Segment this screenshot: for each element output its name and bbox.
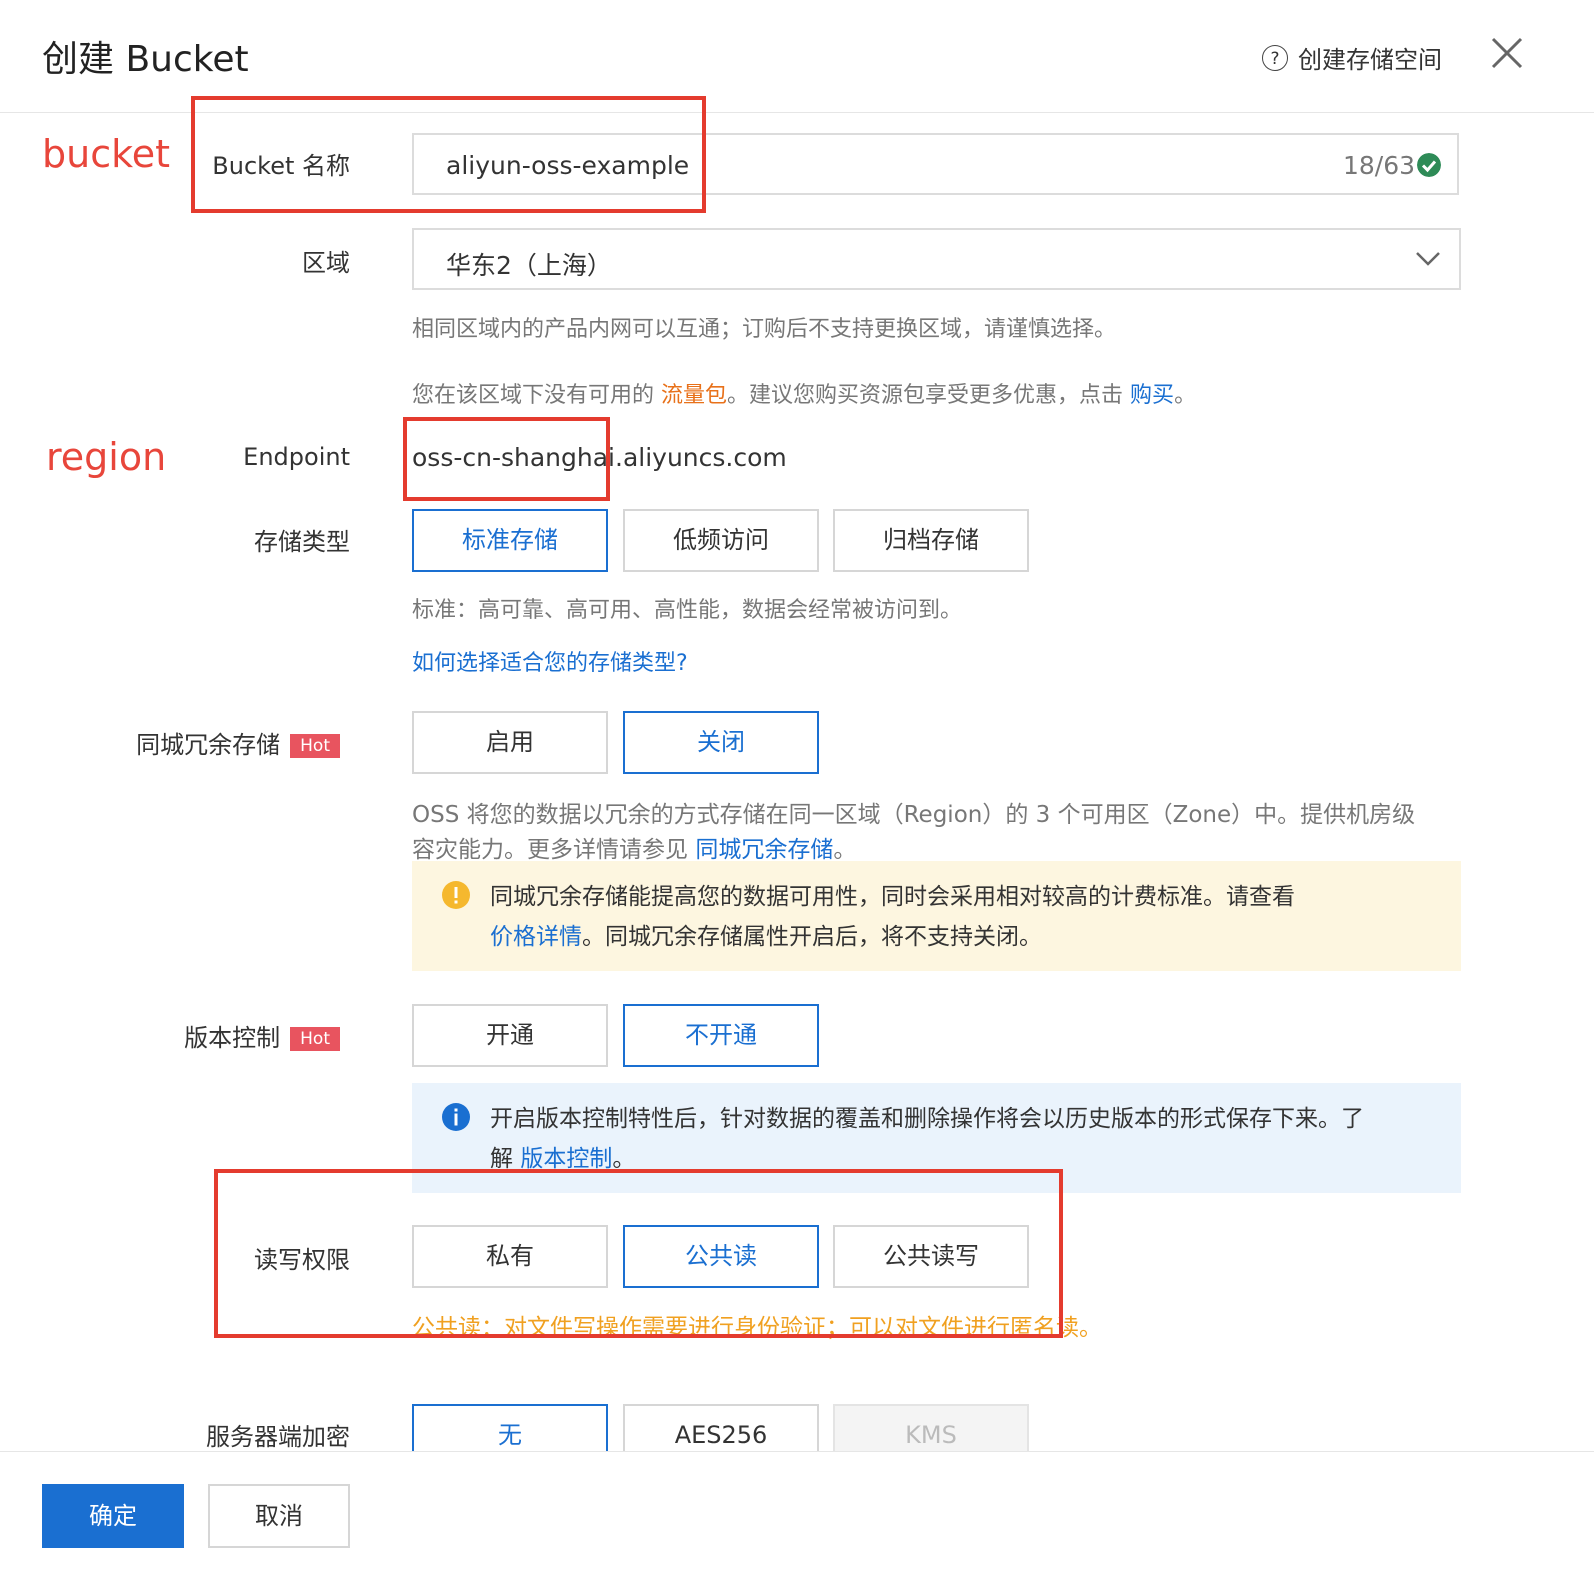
zrs-warning-line2-text: 。同城冗余存储属性开启后，将不支持关闭。 [582, 924, 1042, 950]
acl-public-read-button[interactable]: 公共读 [623, 1225, 819, 1288]
versioning-info-line1: 开启版本控制特性后，针对数据的覆盖和删除操作将会以历史版本的形式保存下来。了 [490, 1106, 1364, 1132]
promo-middle: 。建议您购买资源包享受更多优惠，点击 [727, 383, 1124, 408]
hot-badge: Hot [290, 734, 340, 758]
annotation-bucket: bucket [42, 132, 171, 176]
traffic-package-link[interactable]: 流量包 [661, 383, 727, 408]
encryption-label: 服务器端加密 [206, 1423, 350, 1451]
region-select[interactable]: 华东2（上海） [412, 228, 1461, 290]
buy-link[interactable]: 购买 [1130, 383, 1174, 408]
zrs-hint-prefix: 容灾能力。更多详情请参见 [412, 837, 688, 863]
storage-class-label: 存储类型 [254, 528, 350, 556]
promo-prefix: 您在该区域下没有可用的 [412, 383, 655, 408]
hot-badge: Hot [290, 1027, 340, 1051]
zrs-enable-button[interactable]: 启用 [412, 711, 608, 774]
zrs-doc-link[interactable]: 同城冗余存储 [695, 837, 833, 863]
endpoint-value: oss-cn-shanghai.aliyuncs.com [412, 443, 787, 472]
versioning-info-line2: 解 版本控制。 [490, 1139, 1461, 1179]
zrs-disable-button[interactable]: 关闭 [623, 711, 819, 774]
dialog-header: 创建 Bucket ? 创建存储空间 [0, 0, 1594, 113]
zrs-label-wrap: 同城冗余存储 Hot [100, 725, 340, 760]
zrs-warning-line2: 价格详情。同城冗余存储属性开启后，将不支持关闭。 [490, 917, 1461, 957]
check-circle-icon [1417, 153, 1441, 177]
help-link[interactable]: ? 创建存储空间 [1262, 40, 1442, 75]
storage-archive-button[interactable]: 归档存储 [833, 509, 1029, 572]
close-icon[interactable] [1488, 34, 1526, 72]
bucket-name-input[interactable]: aliyun-oss-example 18/63 [412, 133, 1459, 195]
versioning-label: 版本控制 [184, 1024, 281, 1052]
versioning-disable-button[interactable]: 不开通 [623, 1004, 819, 1067]
help-label: 创建存储空间 [1298, 46, 1442, 74]
zrs-hint-suffix: 。 [833, 837, 857, 863]
versioning-doc-link[interactable]: 版本控制 [520, 1146, 612, 1172]
acl-public-read-write-button[interactable]: 公共读写 [833, 1225, 1029, 1288]
bucket-name-label: Bucket 名称 [212, 152, 350, 180]
char-counter: 18/63 [1342, 151, 1415, 180]
versioning-info-suffix: 。 [612, 1146, 636, 1172]
versioning-info-box: 开启版本控制特性后，针对数据的覆盖和删除操作将会以历史版本的形式保存下来。了 解… [412, 1083, 1461, 1193]
question-icon: ? [1262, 44, 1288, 71]
storage-ia-button[interactable]: 低频访问 [623, 509, 819, 572]
acl-label: 读写权限 [254, 1246, 350, 1274]
price-details-link[interactable]: 价格详情 [490, 924, 582, 950]
storage-class-hint: 标准：高可靠、高可用、高性能，数据会经常被访问到。 [412, 598, 963, 623]
versioning-enable-button[interactable]: 开通 [412, 1004, 608, 1067]
region-value: 华东2（上海） [446, 251, 612, 280]
dialog-title: 创建 Bucket [42, 39, 249, 80]
zrs-warning-line1: 同城冗余存储能提高您的数据可用性，同时会采用相对较高的计费标准。请查看 [490, 884, 1295, 910]
endpoint-label: Endpoint [243, 443, 350, 471]
zrs-warning-box: 同城冗余存储能提高您的数据可用性，同时会采用相对较高的计费标准。请查看 价格详情… [412, 861, 1461, 971]
warning-icon [442, 881, 470, 909]
confirm-button[interactable]: 确定 [42, 1484, 184, 1548]
storage-class-help-link[interactable]: 如何选择适合您的存储类型? [412, 645, 688, 677]
promo-suffix: 。 [1174, 383, 1197, 408]
region-hint: 相同区域内的产品内网可以互通；订购后不支持更换区域，请谨慎选择。 [412, 317, 1117, 342]
acl-warning: 公共读：对文件写操作需要进行身份验证；可以对文件进行匿名读。 [412, 1315, 1102, 1341]
region-promo: 您在该区域下没有可用的 流量包。建议您购买资源包享受更多优惠，点击 购买。 [412, 377, 1196, 409]
storage-standard-button[interactable]: 标准存储 [412, 509, 608, 572]
cancel-button[interactable]: 取消 [208, 1484, 350, 1548]
annotation-region: region [46, 435, 167, 479]
region-label: 区域 [302, 249, 350, 277]
zrs-hint-line1: OSS 将您的数据以冗余的方式存储在同一区域（Region）的 3 个可用区（Z… [412, 802, 1416, 828]
info-icon [442, 1103, 470, 1131]
zrs-hint-line2: 容灾能力。更多详情请参见 同城冗余存储。 [412, 830, 856, 864]
zrs-label: 同城冗余存储 [136, 731, 281, 759]
versioning-info-prefix: 解 [490, 1146, 513, 1172]
chevron-down-icon [1416, 252, 1440, 266]
bucket-name-value: aliyun-oss-example [446, 151, 690, 180]
acl-private-button[interactable]: 私有 [412, 1225, 608, 1288]
versioning-label-wrap: 版本控制 Hot [100, 1018, 340, 1053]
